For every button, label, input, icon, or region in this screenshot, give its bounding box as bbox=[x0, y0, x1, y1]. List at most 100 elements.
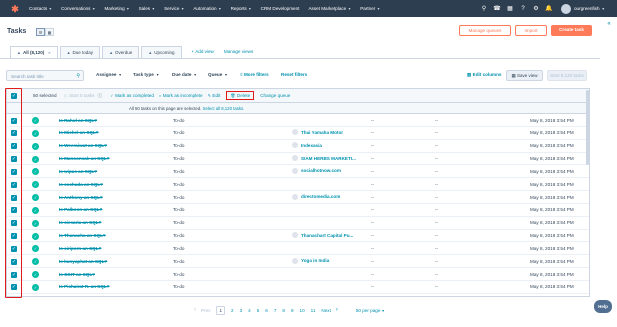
queue-filter[interactable]: Queue ▼ bbox=[208, 72, 228, 77]
task-title-link[interactable]: Is wipas an SQL? bbox=[59, 169, 97, 174]
associated-company[interactable]: Thai Yamaha Motor bbox=[292, 129, 343, 136]
associated-company[interactable]: Thanachart Capital Pu... bbox=[292, 232, 353, 239]
completed-check-icon[interactable]: ✓ bbox=[32, 194, 39, 202]
manage-queues-button[interactable]: Manage queues bbox=[459, 25, 511, 36]
settings-icon[interactable]: ⚙ bbox=[532, 5, 540, 13]
marketplace-icon[interactable]: ▦ bbox=[506, 5, 514, 13]
table-row[interactable]: ✓ ✓ Is siesaria an SQL? To-do -- -- May … bbox=[7, 217, 589, 230]
task-title-link[interactable]: Is Rahul an SQL? bbox=[59, 118, 97, 123]
search-input[interactable] bbox=[7, 71, 71, 81]
task-title-link[interactable]: Is siesaria an SQL? bbox=[59, 220, 101, 225]
table-row[interactable]: ✓ ✓ Is Michel an SQL? To-do -- -- May 8,… bbox=[7, 127, 589, 140]
completed-check-icon[interactable]: ✓ bbox=[32, 232, 39, 240]
table-row[interactable]: ✓ ✓ Is sochada an SQL? To-do -- -- May 8… bbox=[7, 178, 589, 192]
per-page-select[interactable]: 50 per page ▼ bbox=[356, 308, 385, 313]
manage-views-link[interactable]: Manage views bbox=[224, 46, 253, 58]
table-row[interactable]: ✓ ✓ Is Pichairat R. an SQL? To-do -- -- … bbox=[7, 281, 589, 294]
table-row[interactable]: ✓ ✓ Is Palboon an SQL? To-do -- -- May 8… bbox=[7, 204, 589, 217]
task-title-link[interactable]: Is Palboon an SQL? bbox=[59, 207, 102, 212]
associated-company[interactable]: directomedia.com bbox=[292, 193, 340, 200]
completed-check-icon[interactable]: ✓ bbox=[32, 283, 39, 291]
associated-company[interactable]: Indexasia bbox=[292, 142, 322, 149]
create-task-button[interactable]: Create task bbox=[551, 25, 592, 36]
help-icon[interactable]: ? bbox=[519, 5, 527, 13]
change-queue-button[interactable]: Change queue bbox=[260, 93, 290, 98]
task-title-link[interactable]: Is Anthony an SQL? bbox=[59, 195, 103, 200]
table-row[interactable]: ✓ ✓ Is siriporn an SQL? To-do -- -- May … bbox=[7, 242, 589, 256]
row-checkbox[interactable]: ✓ bbox=[11, 194, 17, 201]
tab-all[interactable]: ▲ All (8,120) × bbox=[10, 46, 58, 58]
associated-company[interactable]: Yoga in India bbox=[292, 257, 329, 264]
start-tasks-bulk-button[interactable]: ▷ Start 5 tasks ⓘ bbox=[65, 93, 103, 99]
nav-item-service[interactable]: Service ▼ bbox=[164, 6, 184, 11]
nav-item-partner[interactable]: Partner ▼ bbox=[360, 6, 380, 11]
completed-check-icon[interactable]: ✓ bbox=[32, 168, 39, 176]
more-filters-button[interactable]: ≡ More filters bbox=[240, 72, 269, 77]
page-number[interactable]: 9 bbox=[291, 308, 294, 313]
table-row[interactable]: ✓ ✓ Is Thanacha an SQL? To-do -- -- May … bbox=[7, 230, 589, 243]
task-title-link[interactable]: Is Michel an SQL? bbox=[59, 130, 99, 135]
save-view-button[interactable]: ▦ Save view bbox=[506, 70, 543, 81]
nav-item-contacts[interactable]: Contacts ▼ bbox=[29, 6, 52, 11]
page-number[interactable]: 3 bbox=[240, 308, 243, 313]
reset-filters-button[interactable]: Reset filters bbox=[281, 72, 307, 77]
add-view-button[interactable]: + Add view bbox=[192, 46, 214, 58]
select-all-checkbox[interactable]: ✓ bbox=[11, 92, 17, 99]
page-number[interactable]: 1 bbox=[216, 305, 226, 315]
row-checkbox[interactable]: ✓ bbox=[11, 181, 17, 188]
next-button[interactable]: Next bbox=[321, 308, 330, 313]
row-checkbox[interactable]: ✓ bbox=[11, 258, 17, 265]
nav-item-conversations[interactable]: Conversations ▼ bbox=[61, 6, 95, 11]
completed-check-icon[interactable]: ✓ bbox=[32, 271, 39, 279]
tab-overdue[interactable]: ▲ Overdue bbox=[102, 46, 140, 58]
task-title-link[interactable]: Is Manoonsak an SQL? bbox=[59, 156, 110, 161]
table-row[interactable]: ✓ ✓ Is Manoonsak an SQL? To-do -- -- May… bbox=[7, 153, 589, 166]
row-checkbox[interactable]: ✓ bbox=[11, 207, 17, 214]
notifications-icon[interactable]: 🔔 bbox=[545, 5, 553, 13]
task-title-link[interactable]: Is GSIT an SQL? bbox=[59, 272, 95, 277]
page-number[interactable]: 2 bbox=[231, 308, 234, 313]
completed-check-icon[interactable]: ✓ bbox=[32, 142, 39, 150]
row-checkbox[interactable]: ✓ bbox=[11, 156, 17, 163]
calling-icon[interactable]: ☎ bbox=[493, 5, 501, 13]
task-title-link[interactable]: Is kunyaphat an SQL? bbox=[59, 259, 107, 264]
prev-button[interactable]: Prev bbox=[201, 308, 210, 313]
row-checkbox[interactable]: ✓ bbox=[11, 271, 17, 278]
table-row[interactable]: ✓ ✓ Is Anthony an SQL? To-do -- -- May 8… bbox=[7, 191, 589, 204]
row-checkbox[interactable]: ✓ bbox=[11, 220, 17, 227]
table-row[interactable]: ✓ ✓ Is Weeraiwat an SQL? To-do -- -- May… bbox=[7, 140, 589, 153]
task-title-link[interactable]: Is siriporn an SQL? bbox=[59, 246, 101, 251]
close-icon[interactable]: × bbox=[48, 47, 50, 58]
search-icon[interactable]: ⚲ bbox=[480, 5, 488, 13]
page-number[interactable]: 4 bbox=[248, 308, 251, 313]
associated-company[interactable]: SIAM HERBS MARKETI... bbox=[292, 155, 356, 162]
table-row[interactable]: ✓ ✓ Is wipas an SQL? To-do -- -- May 8, … bbox=[7, 165, 589, 179]
select-all-link[interactable]: Select all 8,120 tasks. bbox=[203, 106, 245, 111]
assignee-filter[interactable]: Assignee ▼ bbox=[96, 72, 122, 77]
page-number[interactable]: 11 bbox=[311, 308, 316, 313]
nav-item-asset-marketplace[interactable]: Asset Marketplace ▼ bbox=[308, 6, 351, 11]
edit-button[interactable]: ✎ Edit bbox=[208, 93, 221, 98]
start-tasks-button[interactable]: Start 8,120 tasks bbox=[547, 70, 587, 81]
chevron-left-icon[interactable]: ‹ bbox=[194, 307, 196, 313]
table-row[interactable]: ✓ ✓ Is Rahul an SQL? To-do -- -- May 8, … bbox=[7, 114, 589, 127]
hubspot-logo-icon[interactable]: ✱ bbox=[10, 4, 20, 14]
row-checkbox[interactable]: ✓ bbox=[11, 130, 17, 137]
task-title-link[interactable]: Is Weeraiwat an SQL? bbox=[59, 143, 107, 148]
table-row[interactable]: ✓ ✓ Is kunyaphat an SQL? To-do -- -- May… bbox=[7, 255, 589, 269]
page-number[interactable]: 8 bbox=[282, 308, 285, 313]
nav-item-sales[interactable]: Sales ▼ bbox=[139, 6, 155, 11]
task-title-link[interactable]: Is sochada an SQL? bbox=[59, 182, 103, 187]
mark-completed-button[interactable]: ✓ Mark as completed bbox=[110, 93, 154, 98]
board-view-icon[interactable]: ▦ bbox=[45, 28, 54, 36]
page-number[interactable]: 6 bbox=[265, 308, 268, 313]
completed-check-icon[interactable]: ✓ bbox=[32, 129, 39, 137]
task-type-filter[interactable]: Task type ▼ bbox=[133, 72, 159, 77]
account-menu[interactable]: ourgreenfish ▼ bbox=[574, 6, 605, 11]
search-icon[interactable]: ⚲ bbox=[76, 73, 80, 79]
delete-button[interactable]: 🗑 Delete bbox=[226, 91, 255, 100]
completed-check-icon[interactable]: ✓ bbox=[32, 245, 39, 253]
completed-check-icon[interactable]: ✓ bbox=[32, 206, 39, 214]
help-button[interactable]: Help bbox=[594, 300, 612, 313]
page-number[interactable]: 5 bbox=[257, 308, 260, 313]
